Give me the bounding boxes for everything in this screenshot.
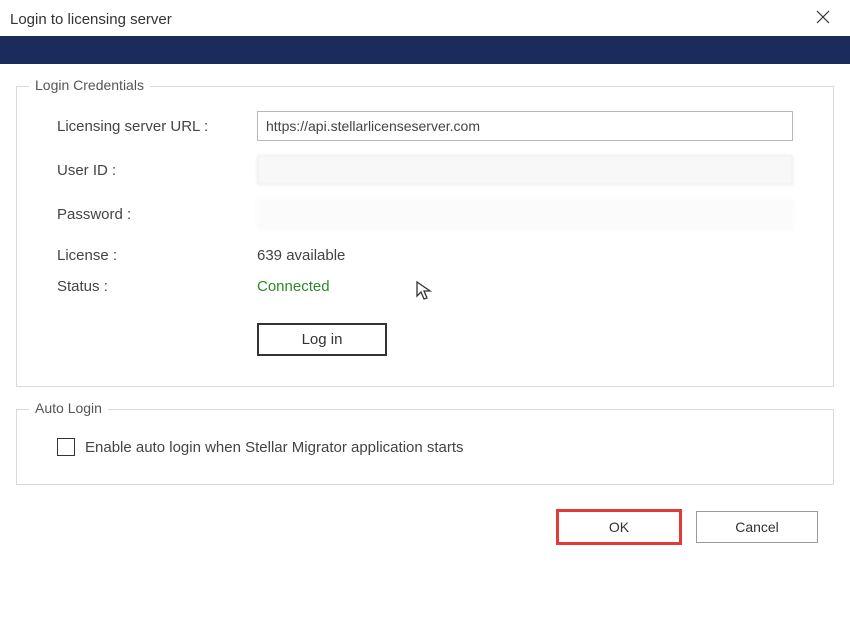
password-label: Password : xyxy=(57,206,257,223)
header-bar xyxy=(0,36,850,64)
window-title: Login to licensing server xyxy=(10,11,172,28)
status-label: Status : xyxy=(57,278,257,295)
ok-button[interactable]: OK xyxy=(558,511,680,543)
login-button-row: Log in xyxy=(57,323,793,356)
auto-login-label: Enable auto login when Stellar Migrator … xyxy=(85,439,464,456)
user-input[interactable] xyxy=(257,155,793,185)
status-value: Connected xyxy=(257,278,330,295)
password-input[interactable] xyxy=(257,199,793,229)
auto-login-legend: Auto Login xyxy=(29,400,108,416)
license-label: License : xyxy=(57,247,257,264)
license-value: 639 available xyxy=(257,247,345,264)
titlebar: Login to licensing server xyxy=(0,0,850,36)
license-row: License : 639 available xyxy=(57,247,793,264)
url-label: Licensing server URL : xyxy=(57,118,257,135)
password-row: Password : xyxy=(57,199,793,229)
login-button[interactable]: Log in xyxy=(257,323,387,356)
close-icon[interactable] xyxy=(810,8,836,30)
auto-login-checkbox[interactable] xyxy=(57,438,75,456)
footer: OK Cancel xyxy=(16,507,834,543)
login-credentials-legend: Login Credentials xyxy=(29,77,150,93)
user-row: User ID : xyxy=(57,155,793,185)
login-credentials-group: Login Credentials Licensing server URL :… xyxy=(16,86,834,387)
cancel-button[interactable]: Cancel xyxy=(696,511,818,543)
url-input[interactable] xyxy=(257,111,793,141)
user-label: User ID : xyxy=(57,162,257,179)
auto-login-group: Auto Login Enable auto login when Stella… xyxy=(16,409,834,485)
url-row: Licensing server URL : xyxy=(57,111,793,141)
dialog-content: Login Credentials Licensing server URL :… xyxy=(0,64,850,553)
status-row: Status : Connected xyxy=(57,278,793,295)
auto-login-row: Enable auto login when Stellar Migrator … xyxy=(57,438,793,456)
